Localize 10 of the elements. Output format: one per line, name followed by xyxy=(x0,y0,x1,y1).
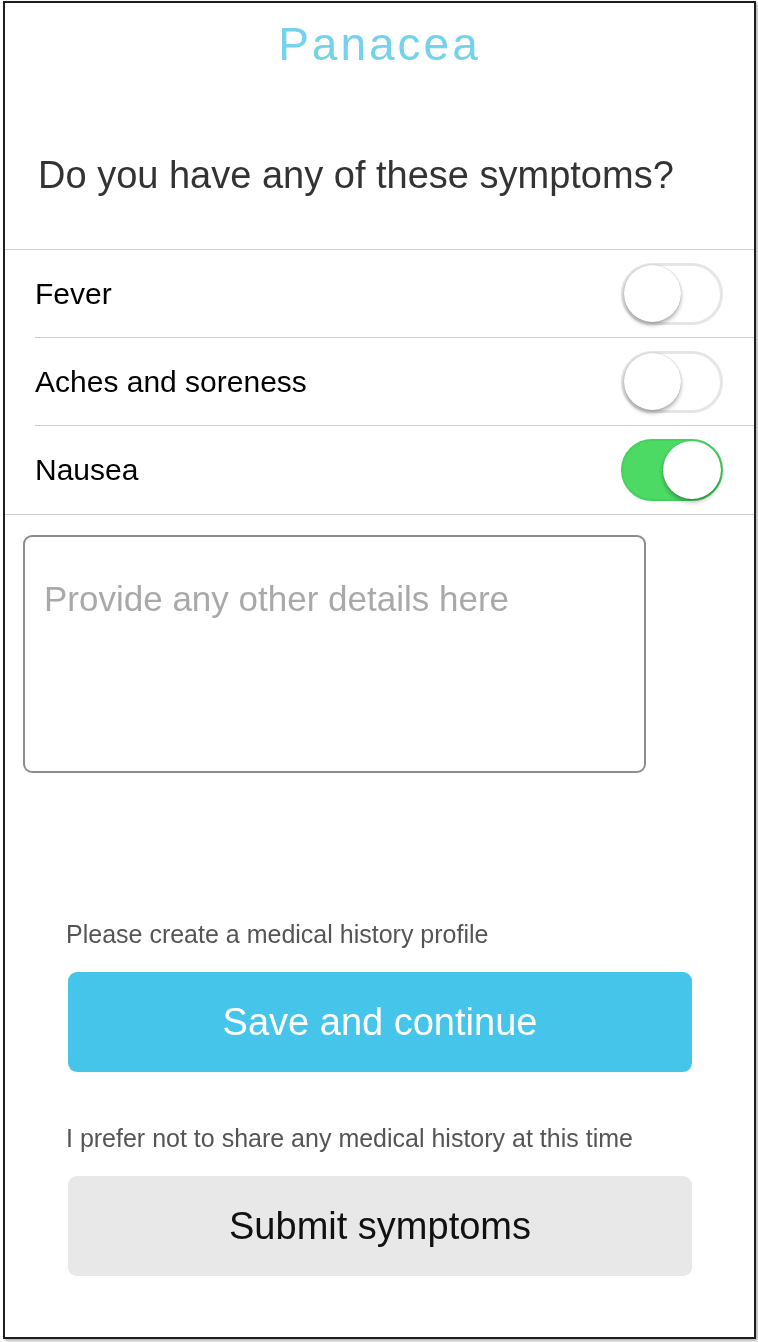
details-field[interactable]: Provide any other details here xyxy=(23,535,646,773)
prompt-text: Please create a medical history profile xyxy=(66,919,489,950)
symptom-label: Fever xyxy=(35,275,112,312)
symptom-label: Nausea xyxy=(35,452,139,488)
toggle-switch[interactable] xyxy=(621,439,723,501)
app-title: Panacea xyxy=(278,19,481,69)
prompt-text: I prefer not to share any medical history at this time xyxy=(66,1123,633,1154)
submit-button[interactable]: Submit symptoms xyxy=(68,1176,692,1276)
question-heading: Do you have any of these symptoms? xyxy=(38,153,674,197)
symptom-label: Aches and soreness xyxy=(35,363,307,400)
